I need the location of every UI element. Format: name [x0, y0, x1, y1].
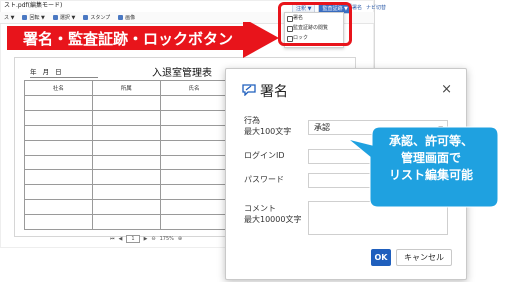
table-cell	[159, 184, 229, 201]
toolbar-item-select[interactable]: 選択 ▼	[52, 14, 75, 21]
zoom-level[interactable]: 175%	[160, 236, 174, 242]
table-cell	[159, 139, 229, 156]
table-cell	[24, 214, 93, 230]
toolbar-item-rotate[interactable]: 回転 ▼	[22, 14, 45, 21]
next-page-icon[interactable]: ▶	[144, 236, 148, 242]
table-cell	[159, 214, 229, 230]
table-cell	[159, 154, 229, 171]
highlight-frame	[278, 2, 352, 46]
date-field: 年 月 日	[30, 66, 98, 78]
toolbar-item-image[interactable]: 画像	[118, 14, 135, 21]
sign-toolbar-button[interactable]: 署名	[352, 4, 362, 11]
table-cell	[91, 169, 161, 186]
table-cell	[91, 124, 161, 141]
toolbar-item-view[interactable]: ス ▼	[4, 14, 14, 21]
table-cell	[24, 154, 93, 171]
column-department: 所属	[91, 80, 161, 96]
cancel-button[interactable]: キャンセル	[396, 249, 452, 266]
first-page-icon[interactable]: ⏮	[110, 236, 115, 242]
zoom-out-icon[interactable]: ⊖	[151, 236, 155, 242]
ok-button[interactable]: OK	[371, 249, 391, 266]
login-label: ログインID	[244, 151, 285, 160]
table-cell	[24, 95, 93, 111]
callout-text: 承認、許可等、 管理画面で リスト編集可能	[388, 134, 473, 182]
banner-text: 署名・監査証跡・ロックボタン	[23, 30, 234, 48]
document-title: 入退室管理表	[152, 68, 212, 79]
callout-bubble: 承認、許可等、 管理画面で リスト編集可能	[347, 126, 499, 208]
table-cell	[159, 95, 229, 111]
zoom-in-icon[interactable]: ⊕	[178, 236, 182, 242]
table-cell	[159, 109, 229, 126]
column-company: 社名	[24, 80, 93, 96]
stamp-icon	[83, 15, 89, 20]
role-label: 行為 最大100文字	[244, 116, 292, 136]
table-cell	[91, 109, 161, 126]
password-label: パスワード	[244, 175, 284, 184]
select-icon	[52, 15, 58, 20]
table-cell	[91, 214, 161, 230]
table-cell	[91, 199, 161, 215]
pager: ⏮ ◀ 1 ▶ ⊖ 175% ⊕	[110, 235, 182, 243]
table-cell	[24, 109, 93, 126]
feature-banner: 署名・監査証跡・ロックボタン	[7, 22, 279, 58]
table-cell	[159, 169, 229, 186]
table-cell	[159, 199, 229, 215]
extra-buttons: 署名 ナビ切替	[352, 4, 386, 11]
toolbar-item-stamp[interactable]: スタンプ	[83, 14, 110, 21]
image-icon	[118, 15, 124, 20]
close-icon[interactable]: ×	[441, 82, 452, 97]
nav-switch-button[interactable]: ナビ切替	[366, 4, 386, 11]
page-number-input[interactable]: 1	[126, 235, 140, 243]
table-cell	[91, 95, 161, 111]
table-cell	[159, 124, 229, 141]
comment-label: コメント 最大10000文字	[244, 204, 302, 224]
table-cell	[91, 139, 161, 156]
rotate-icon	[22, 15, 28, 20]
table-cell	[24, 124, 93, 141]
table-cell	[91, 154, 161, 171]
table-cell	[91, 184, 161, 201]
column-name: 氏名	[159, 80, 229, 96]
table-cell	[24, 199, 93, 215]
table-cell	[24, 184, 93, 201]
table-cell	[24, 169, 93, 186]
table-cell	[24, 139, 93, 156]
prev-page-icon[interactable]: ◀	[119, 236, 123, 242]
dialog-title: 署名	[260, 84, 288, 100]
sign-icon	[242, 84, 256, 96]
